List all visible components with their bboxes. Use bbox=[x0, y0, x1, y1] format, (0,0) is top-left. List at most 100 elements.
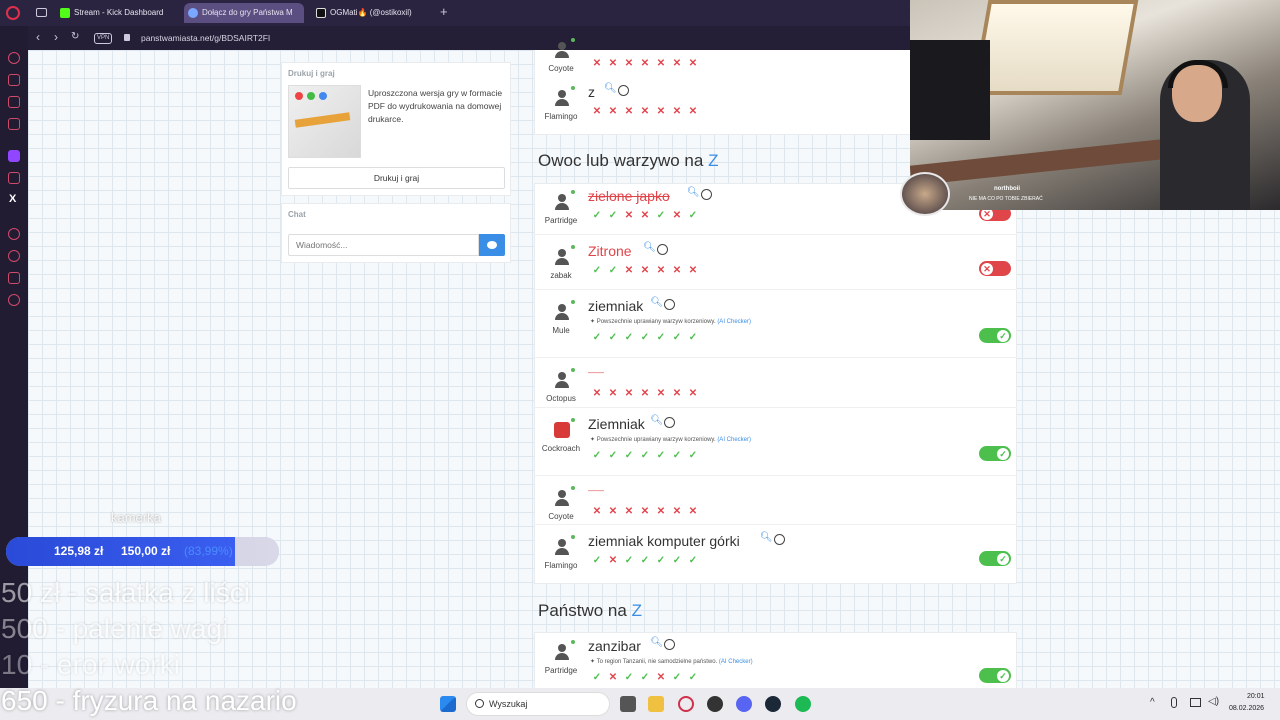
smiley-icon[interactable] bbox=[773, 534, 785, 545]
vote-toggle[interactable]: ✓ bbox=[979, 668, 1011, 683]
sidebar-icon-3[interactable] bbox=[8, 96, 20, 108]
windows-start-icon[interactable] bbox=[440, 696, 456, 712]
globe-icon bbox=[188, 8, 198, 18]
microphone-icon[interactable] bbox=[1171, 697, 1177, 708]
check-icon: ✓ bbox=[672, 555, 682, 566]
cross-icon: ✕ bbox=[640, 506, 650, 517]
cross-icon: ✕ bbox=[624, 506, 634, 517]
vote-toggle[interactable]: ✓ bbox=[979, 551, 1011, 566]
chat-title: Chat bbox=[288, 210, 306, 219]
cross-icon: ✕ bbox=[640, 388, 650, 399]
tab-panstwa-miasta[interactable]: Dołącz do gry Państwa M bbox=[184, 3, 304, 23]
online-indicator bbox=[571, 418, 575, 422]
cross-icon: ✕ bbox=[640, 265, 650, 276]
twitch-icon[interactable] bbox=[8, 150, 20, 162]
steam-icon[interactable] bbox=[765, 696, 781, 712]
cross-icon: ✕ bbox=[608, 555, 618, 566]
new-tab-button[interactable]: + bbox=[440, 4, 448, 19]
url-field[interactable]: panstwamiasta.net/g/BDSAIRT2FI bbox=[141, 33, 270, 43]
sidebar-icon-6[interactable] bbox=[8, 272, 20, 284]
chat-popup: northboii NIE MA CO PO TOBIE ZBIERAĆ bbox=[900, 172, 1100, 216]
print-card: Drukuj i graj Uproszczona wersja gry w f… bbox=[281, 62, 511, 196]
instagram-icon[interactable] bbox=[8, 172, 20, 184]
file-explorer-icon[interactable] bbox=[648, 696, 664, 712]
player-name: Partridge bbox=[544, 666, 578, 675]
sparkle-icon: ✦ bbox=[590, 319, 597, 325]
check-icon: ✓ bbox=[688, 210, 698, 221]
cross-icon: ✕ bbox=[640, 210, 650, 221]
vote-toggle[interactable]: ✓ bbox=[979, 328, 1011, 343]
discord-icon[interactable] bbox=[736, 696, 752, 712]
network-icon[interactable] bbox=[1190, 698, 1201, 707]
cross-icon: ✕ bbox=[608, 506, 618, 517]
vote-toggle[interactable]: ✓ bbox=[979, 446, 1011, 461]
chat-send-button[interactable] bbox=[479, 234, 505, 256]
check-icon: ✓ bbox=[656, 450, 666, 461]
vote-marks: ✓ ✕ ✓ ✓ ✕ ✓ ✓ bbox=[591, 672, 699, 684]
clock-date[interactable]: 08.02.2026 bbox=[1229, 705, 1264, 712]
tab-label: OGMati🔥 (@ostikoxil) bbox=[330, 8, 412, 17]
chat-input[interactable] bbox=[288, 234, 479, 256]
search-icon[interactable]: 🔍︎ bbox=[760, 532, 773, 543]
answer-text: ziemniak komputer górki bbox=[588, 533, 740, 549]
player-name: Flamingo bbox=[544, 561, 578, 570]
back-icon[interactable]: ‹ bbox=[36, 30, 40, 44]
online-indicator bbox=[571, 38, 575, 42]
history-icon[interactable] bbox=[8, 250, 20, 262]
check-icon: ✓ bbox=[997, 329, 1009, 342]
vpn-badge[interactable]: VPN bbox=[94, 33, 113, 44]
workspaces-icon[interactable] bbox=[36, 8, 47, 17]
settings-icon[interactable] bbox=[8, 294, 20, 306]
tab-tiktok[interactable]: OGMati🔥 (@ostikoxil) bbox=[312, 3, 432, 23]
reload-icon[interactable]: ↻ bbox=[71, 31, 79, 42]
smiley-icon[interactable] bbox=[618, 85, 629, 96]
check-icon: ✓ bbox=[624, 672, 634, 683]
cross-icon: ✕ bbox=[688, 506, 698, 517]
search-icon[interactable]: 🔍︎ bbox=[650, 297, 663, 308]
vote-toggle[interactable]: ✕ bbox=[979, 261, 1011, 276]
player-name: zabak bbox=[550, 271, 572, 280]
task-view-icon[interactable] bbox=[620, 696, 636, 712]
taskbar-search[interactable]: Wyszukaj bbox=[466, 692, 610, 716]
cross-icon: ✕ bbox=[592, 106, 602, 117]
print-button[interactable]: Drukuj i graj bbox=[288, 167, 505, 189]
goal-percent: (83,99%) bbox=[184, 544, 233, 558]
check-icon: ✓ bbox=[997, 669, 1009, 682]
sidebar-icon-2[interactable] bbox=[8, 74, 20, 86]
search-icon[interactable]: 🔍︎ bbox=[604, 83, 617, 94]
vote-marks: ✓ ✓ ✓ ✓ ✓ ✓ ✓ bbox=[591, 332, 699, 344]
vote-marks: ✓ ✓ ✕ ✕ ✓ ✕ ✓ bbox=[591, 210, 699, 222]
sidebar-icon-1[interactable] bbox=[8, 52, 20, 64]
x-icon[interactable]: X bbox=[9, 193, 16, 205]
smiley-icon[interactable] bbox=[700, 189, 712, 200]
forward-icon[interactable]: › bbox=[54, 30, 58, 44]
cross-icon: ✕ bbox=[640, 58, 650, 69]
row-divider bbox=[534, 475, 1017, 476]
section-letter: Z bbox=[631, 601, 642, 620]
check-icon: ✓ bbox=[624, 450, 634, 461]
search-icon[interactable]: 🔍︎ bbox=[650, 415, 663, 426]
obs-icon[interactable] bbox=[707, 696, 723, 712]
opera-logo-icon[interactable] bbox=[6, 6, 20, 20]
sidebar-icon-4[interactable] bbox=[8, 118, 20, 130]
check-icon: ✓ bbox=[608, 210, 618, 221]
clock-time[interactable]: 20:01 bbox=[1247, 693, 1265, 700]
answer-text: —— bbox=[588, 368, 604, 377]
sidebar-icon-5[interactable] bbox=[8, 228, 20, 240]
player-avatar bbox=[554, 304, 570, 320]
cross-icon: ✕ bbox=[608, 388, 618, 399]
spotify-icon[interactable] bbox=[795, 696, 811, 712]
ai-checker-tag: (AI Checker) bbox=[718, 659, 753, 665]
online-indicator bbox=[571, 245, 575, 249]
search-icon[interactable]: 🔍︎ bbox=[643, 242, 656, 253]
tab-kick-dashboard[interactable]: Stream - Kick Dashboard bbox=[56, 3, 176, 23]
vote-marks: ✓ ✓ ✓ ✓ ✓ ✓ ✓ bbox=[591, 450, 699, 462]
player-avatar bbox=[554, 644, 570, 660]
tray-chevron-icon[interactable]: ^ bbox=[1150, 697, 1155, 708]
search-icon[interactable]: 🔍︎ bbox=[650, 637, 663, 648]
search-icon[interactable]: 🔍︎ bbox=[687, 187, 700, 198]
player-avatar bbox=[554, 539, 570, 555]
opera-icon[interactable] bbox=[678, 696, 694, 712]
volume-icon[interactable]: ◁) bbox=[1208, 696, 1219, 707]
vote-marks: ✓ ✓ ✕ ✕ ✕ ✕ ✕ bbox=[591, 265, 699, 277]
